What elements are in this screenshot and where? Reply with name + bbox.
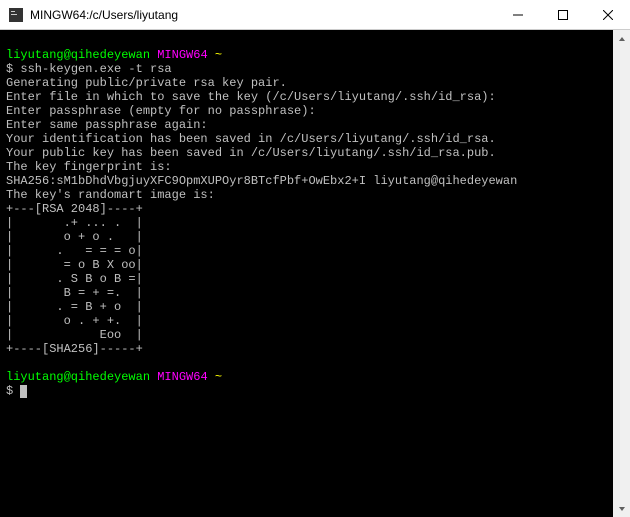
randomart-line: +---[RSA 2048]----+	[6, 202, 607, 216]
window-title: MINGW64:/c/Users/liyutang	[30, 8, 495, 22]
terminal-area: liyutang@qihedeyewan MINGW64 ~$ ssh-keyg…	[0, 30, 630, 517]
prompt-env: MINGW64	[157, 48, 207, 62]
randomart-line: | Eoo |	[6, 328, 607, 342]
output-line: Generating public/private rsa key pair.	[6, 76, 607, 90]
output-line: Enter file in which to save the key (/c/…	[6, 90, 607, 104]
blank-line	[6, 356, 607, 370]
prompt-path: ~	[215, 48, 222, 62]
output-line: Enter passphrase (empty for no passphras…	[6, 104, 607, 118]
output-line: SHA256:sM1bDhdVbgjuyXFC9OpmXUPOyr8BTcfPb…	[6, 174, 607, 188]
output-line: Enter same passphrase again:	[6, 118, 607, 132]
prompt-line: liyutang@qihedeyewan MINGW64 ~	[6, 48, 607, 62]
close-button[interactable]	[585, 0, 630, 29]
randomart-line: | . = B + o |	[6, 300, 607, 314]
randomart-line: | B = + =. |	[6, 286, 607, 300]
maximize-button[interactable]	[540, 0, 585, 29]
prompt-user: liyutang@qihedeyewan	[6, 370, 150, 384]
app-icon	[8, 7, 24, 23]
prompt-symbol: $	[6, 384, 13, 398]
window-controls	[495, 0, 630, 29]
scroll-down-icon[interactable]	[613, 500, 630, 517]
output-line: Your public key has been saved in /c/Use…	[6, 146, 607, 160]
terminal[interactable]: liyutang@qihedeyewan MINGW64 ~$ ssh-keyg…	[0, 30, 613, 517]
randomart-line: | . S B o B =|	[6, 272, 607, 286]
prompt-line: liyutang@qihedeyewan MINGW64 ~	[6, 370, 607, 384]
prompt-user: liyutang@qihedeyewan	[6, 48, 150, 62]
cursor	[20, 385, 27, 398]
scroll-up-icon[interactable]	[613, 30, 630, 47]
randomart-line: | .+ ... . |	[6, 216, 607, 230]
prompt-env: MINGW64	[157, 370, 207, 384]
command-line: $	[6, 384, 607, 398]
command-line: $ ssh-keygen.exe -t rsa	[6, 62, 607, 76]
blank-line	[6, 34, 607, 48]
command-text: ssh-keygen.exe -t rsa	[20, 62, 171, 76]
prompt-symbol: $	[6, 62, 13, 76]
scrollbar[interactable]	[613, 30, 630, 517]
output-line: The key fingerprint is:	[6, 160, 607, 174]
scroll-track[interactable]	[613, 47, 630, 500]
titlebar[interactable]: MINGW64:/c/Users/liyutang	[0, 0, 630, 30]
randomart-line: +----[SHA256]-----+	[6, 342, 607, 356]
output-line: Your identification has been saved in /c…	[6, 132, 607, 146]
output-line: The key's randomart image is:	[6, 188, 607, 202]
randomart-line: | o + o . |	[6, 230, 607, 244]
prompt-path: ~	[215, 370, 222, 384]
minimize-button[interactable]	[495, 0, 540, 29]
randomart-line: | . = = = o|	[6, 244, 607, 258]
randomart-line: | = o B X oo|	[6, 258, 607, 272]
randomart-line: | o . + +. |	[6, 314, 607, 328]
